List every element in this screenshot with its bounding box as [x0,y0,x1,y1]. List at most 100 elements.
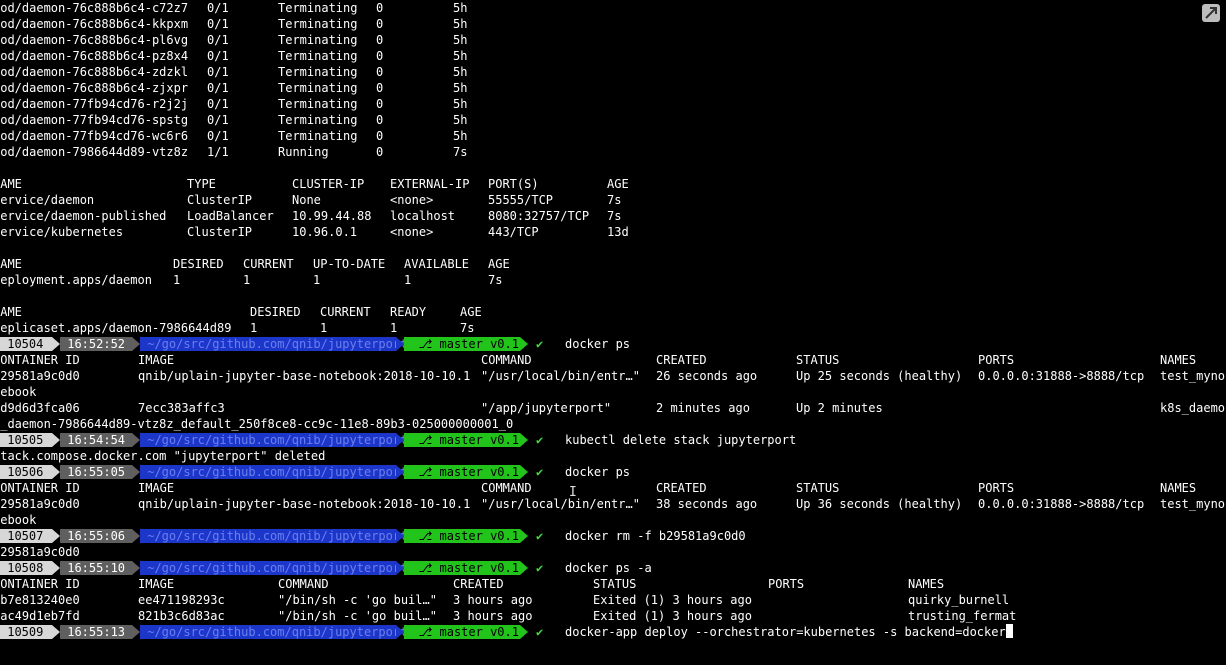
pod-cell: 5h [453,129,468,143]
deployment-header-cell: NAME [0,257,22,271]
pod-cell: Terminating [278,81,358,95]
prompt-git-branch: ⎇ master v0.1.1 [404,433,534,447]
prompt-path: ~/go/src/github.com/qnib/jupyterport [140,465,408,479]
psa-row-cell: aac49d1eb7fd [0,609,80,623]
service-cell: LoadBalancer [187,209,274,223]
pod-cell: pod/daemon-76c888b6c4-pl6vg [0,33,189,47]
psa-header-cell: CREATED [453,577,504,591]
pod-cell: pod/daemon-76c888b6c4-c72z7 [0,1,189,15]
prompt-time: 16:55:05 [60,465,132,479]
psa-header-cell: CONTAINER ID [0,577,80,591]
prompt-status-check-icon: ✔ [536,465,544,479]
rm-output-text: b29581a9c0d0 [0,545,80,559]
replicaset-cell: replicaset.apps/daemon-7986644d89 [0,321,232,335]
terminal-window[interactable]: pod/daemon-76c888b6c4-c72z7 0/1 Terminatin… [0,0,1226,665]
replicaset-header-cell: NAME [0,305,22,319]
psa-row-cell: 821b3c6d83ac [138,609,225,623]
ps-wrap-text: n_daemon-7986644d89-vtz8z_default_250f8c… [0,417,514,431]
ps-row-cell: 2 minutes ago [656,401,750,415]
pod-cell: 5h [453,33,468,47]
psa-row-cell: 3 hours ago [453,593,533,607]
ps-row-cell: b29581a9c0d0 [0,497,80,511]
psa-header-cell: COMMAND [278,577,329,591]
ps-row-cell: "/app/jupyterport" [481,401,612,415]
prompt-history-number: 10509 [0,625,52,639]
prompt-git-branch: ⎇ master v0.1.1 [404,625,534,639]
pod-cell: 5h [453,1,468,15]
service-cell: 7s [607,193,622,207]
service-cell: <none> [390,225,434,239]
prompt-path: ~/go/src/github.com/qnib/jupyterport [140,337,408,351]
pod-cell: pod/daemon-76c888b6c4-zjxpr [0,81,189,95]
prompt-git-branch: ⎇ master v0.1.1 [404,337,534,351]
powerline-arrow-icon [396,529,404,543]
pod-cell: 0/1 [207,49,229,63]
ps-header-cell: STATUS [796,481,840,495]
pod-cell: pod/daemon-76c888b6c4-kkpxm [0,17,189,31]
ps-header-cell: COMMAND [481,353,532,367]
ps-header-cell: PORTS [978,481,1015,495]
pod-cell: Terminating [278,97,358,111]
deployment-header-cell: AVAILABLE [404,257,470,271]
prompt-status-check-icon: ✔ [536,529,544,543]
terminal-cursor[interactable] [1005,624,1013,638]
replicaset-header-cell: CURRENT [320,305,371,319]
ps-header-cell: CONTAINER ID [0,481,80,495]
pod-cell: 5h [453,65,468,79]
powerline-arrow-icon [52,561,60,575]
pod-cell: pod/daemon-77fb94cd76-wc6r6 [0,129,189,143]
ps-row-cell: 0.0.0.0:31888->8888/tcp [978,497,1145,511]
deployment-cell: 1 [404,273,412,287]
service-header-cell: EXTERNAL-IP [390,177,470,191]
ps-header-cell: CONTAINER ID [0,353,80,367]
pod-cell: Terminating [278,33,358,47]
prompt-history-number: 10504 [0,337,52,351]
prompt-path: ~/go/src/github.com/qnib/jupyterport [140,625,408,639]
psa-row-cell: 3 hours ago [453,609,533,623]
psa-header-cell: NAMES [908,577,945,591]
service-header-cell: PORT(S) [488,177,539,191]
pod-cell: 0 [376,129,384,143]
powerline-arrow-icon [396,465,404,479]
prompt-path: ~/go/src/github.com/qnib/jupyterport [140,433,408,447]
prompt-time: 16:52:52 [60,337,132,351]
pod-cell: 0 [376,17,384,31]
pod-cell: 0 [376,113,384,127]
replicaset-cell: 7s [460,321,475,335]
psa-row-cell: trusting_fermat [908,609,1017,623]
powerline-arrow-icon [396,625,404,639]
pod-cell: Terminating [278,49,358,63]
pod-cell: 0/1 [207,33,229,47]
deployment-cell: 1 [173,273,181,287]
pod-cell: 0 [376,1,384,15]
pod-cell: 0 [376,33,384,47]
psa-row-cell: ee471198293c [138,593,225,607]
ps-header-cell: COMMAND [481,481,532,495]
powerline-arrow-icon [132,561,140,575]
powerline-arrow-icon [520,561,528,575]
pod-cell: 1/1 [207,145,229,159]
deployment-cell: deployment.apps/daemon [0,273,152,287]
pod-cell: pod/daemon-77fb94cd76-r2j2j [0,97,189,111]
pod-cell: pod/daemon-77fb94cd76-spstg [0,113,189,127]
pod-cell: 0/1 [207,1,229,15]
powerline-arrow-icon [52,529,60,543]
prompt-time: 16:55:13 [60,625,132,639]
service-cell: service/daemon-published [0,209,167,223]
pod-cell: 5h [453,49,468,63]
prompt-history-number: 10507 [0,529,52,543]
psa-row-cell: fb7e813240e0 [0,593,80,607]
expand-window-icon[interactable] [1202,4,1220,22]
powerline-arrow-icon [520,433,528,447]
pod-cell: 5h [453,97,468,111]
ps-wrap-text: tebook [0,385,37,399]
powerline-arrow-icon [132,529,140,543]
prompt-path: ~/go/src/github.com/qnib/jupyterport [140,561,408,575]
psa-row-cell: "/bin/sh -c 'go buil…" [278,609,437,623]
pod-cell: Terminating [278,17,358,31]
service-cell: 443/TCP [488,225,539,239]
service-cell: None [292,193,321,207]
powerline-arrow-icon [520,337,528,351]
ps-row-cell: "/usr/local/bin/entr…" [481,369,640,383]
ps-header-cell: PORTS [978,353,1015,367]
